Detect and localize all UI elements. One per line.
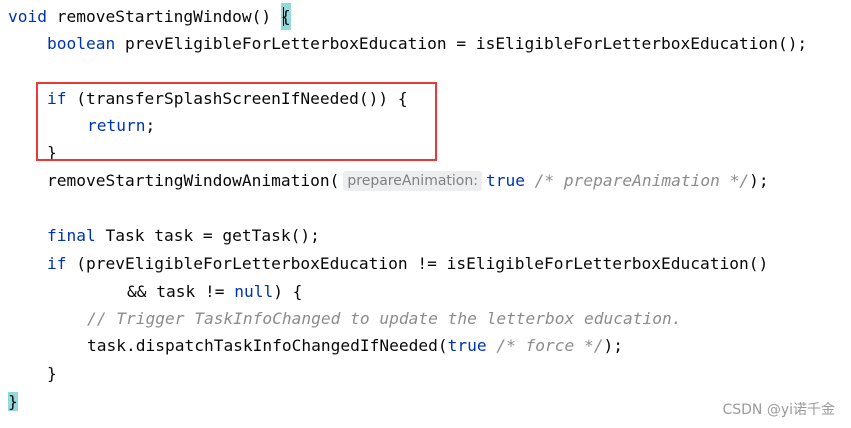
close-brace: } bbox=[47, 143, 57, 162]
code-text: ) { bbox=[273, 282, 303, 301]
code-line-5: return; bbox=[87, 112, 155, 139]
code-line-13: task.dispatchTaskInfoChangedIfNeeded(tru… bbox=[87, 332, 623, 359]
keyword-if: if bbox=[47, 254, 67, 273]
method-signature: removeStartingWindow() bbox=[46, 7, 281, 26]
line-comment: // Trigger TaskInfoChanged to update the… bbox=[87, 309, 682, 328]
keyword-true: true bbox=[447, 336, 487, 355]
inline-comment: /* force */ bbox=[486, 336, 604, 355]
parameter-hint: prepareAnimation: bbox=[343, 171, 482, 191]
method-call: task.dispatchTaskInfoChangedIfNeeded( bbox=[87, 336, 448, 355]
code-text: ; bbox=[145, 116, 156, 135]
code-line-6: } bbox=[47, 139, 57, 166]
code-text: ); bbox=[603, 336, 624, 355]
code-text: (transferSplashScreenIfNeeded()) { bbox=[66, 89, 408, 108]
code-text: Task task = getTask(); bbox=[95, 226, 320, 245]
watermark: CSDN @yi诺千金 bbox=[722, 402, 835, 418]
open-brace-matched: { bbox=[280, 3, 291, 30]
code-line-10: if (prevEligibleForLetterboxEducation !=… bbox=[47, 250, 768, 277]
close-brace-matched: } bbox=[8, 392, 18, 411]
code-line-15: } bbox=[8, 388, 18, 415]
keyword-boolean: boolean bbox=[47, 34, 116, 53]
code-text: && task != bbox=[127, 282, 235, 301]
keyword-void: void bbox=[8, 7, 47, 26]
code-line-9: final Task task = getTask(); bbox=[47, 222, 320, 249]
code-line-7: removeStartingWindowAnimation(prepareAni… bbox=[47, 167, 769, 194]
keyword-final: final bbox=[47, 226, 96, 245]
keyword-if: if bbox=[47, 89, 67, 108]
code-line-12: // Trigger TaskInfoChanged to update the… bbox=[87, 305, 682, 332]
code-line-2: boolean prevEligibleForLetterboxEducatio… bbox=[47, 30, 807, 57]
inline-comment: /* prepareAnimation */ bbox=[524, 171, 750, 190]
keyword-true: true bbox=[485, 171, 525, 190]
code-line-14: } bbox=[47, 360, 57, 387]
code-editor[interactable]: void removeStartingWindow() { boolean pr… bbox=[0, 0, 851, 428]
method-call: removeStartingWindowAnimation( bbox=[47, 171, 340, 190]
keyword-null: null bbox=[234, 282, 274, 301]
code-line-1: void removeStartingWindow() { bbox=[8, 3, 291, 30]
code-line-4: if (transferSplashScreenIfNeeded()) { bbox=[47, 85, 408, 112]
code-text: prevEligibleForLetterboxEducation = isEl… bbox=[115, 34, 808, 53]
keyword-return: return bbox=[87, 116, 146, 135]
close-brace: } bbox=[47, 364, 57, 383]
code-text: (prevEligibleForLetterboxEducation != is… bbox=[66, 254, 769, 273]
text-caret bbox=[282, 7, 284, 26]
code-text: ); bbox=[749, 171, 769, 190]
code-line-11: && task != null) { bbox=[127, 278, 302, 305]
